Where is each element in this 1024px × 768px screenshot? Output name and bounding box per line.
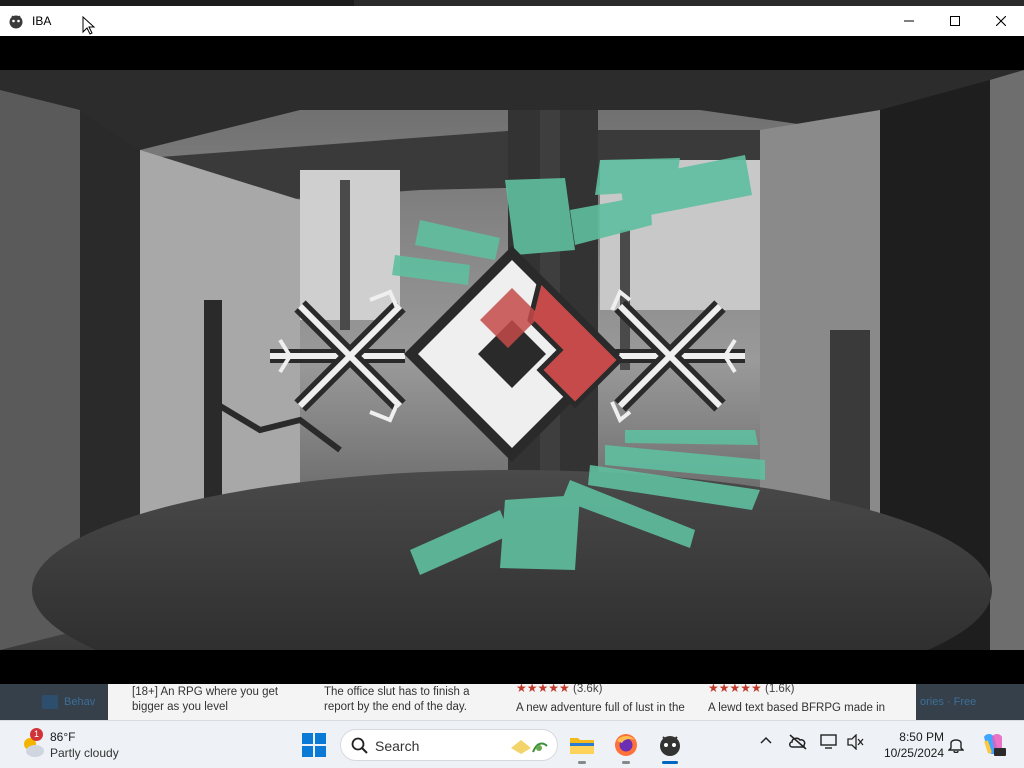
close-button[interactable] [978, 6, 1024, 36]
weather-widget[interactable]: 1 86°F Partly cloudy [18, 728, 138, 762]
card-description: A new adventure full of lust in the [516, 702, 685, 714]
iba-app-icon [660, 736, 680, 756]
onedrive-offline-icon[interactable] [788, 733, 808, 751]
firefox-icon [615, 734, 637, 756]
window-titlebar[interactable]: IBA [0, 6, 1024, 36]
notification-bell-icon[interactable] [948, 735, 964, 753]
window-title: IBA [32, 14, 52, 28]
minimize-button[interactable] [886, 6, 932, 36]
webpage-icon [42, 695, 58, 709]
background-webpage: Behav [18+] An RPG where you get bigger … [0, 684, 1024, 720]
start-button[interactable] [302, 733, 326, 762]
running-indicator [578, 761, 586, 764]
card-description: report by the end of the day. [324, 701, 467, 713]
taskbar-search[interactable]: Search [340, 729, 558, 761]
minimize-icon [904, 20, 914, 22]
taskbar: 1 86°F Partly cloudy Search 8:50 PM 10/2… [0, 720, 1024, 768]
weather-temp: 86°F [50, 730, 76, 744]
close-icon [996, 16, 1006, 26]
card-description: A lewd text based BFRPG made in [708, 702, 886, 714]
webpage-right-link[interactable]: ories · Free [920, 696, 976, 708]
game-scene [0, 70, 1024, 650]
game-card[interactable]: ★★★★★ (3.6k) A new adventure full of lus… [516, 684, 712, 716]
card-description: The office slut has to finish a [324, 686, 470, 698]
running-indicator [622, 761, 630, 764]
game-frame[interactable] [0, 36, 1024, 684]
file-explorer-icon [570, 738, 594, 754]
windows-start-icon [302, 733, 326, 757]
mouse-cursor-icon [82, 16, 96, 35]
search-highlight-icon [511, 740, 548, 754]
rating-count: (1.6k) [765, 684, 795, 695]
iba-app-button[interactable] [654, 729, 686, 764]
card-description: bigger as you level [132, 701, 228, 713]
search-icon [351, 737, 368, 754]
clock-date: 10/25/2024 [883, 746, 944, 760]
volume-muted-icon[interactable] [846, 734, 864, 750]
game-card[interactable]: [18+] An RPG where you get bigger as you… [132, 685, 320, 715]
firefox-button[interactable] [610, 729, 642, 764]
clock-time: 8:50 PM [899, 730, 944, 744]
game-viewport[interactable] [0, 70, 1024, 650]
app-icon [9, 15, 23, 29]
maximize-button[interactable] [932, 6, 978, 36]
star-rating: ★★★★★ [708, 684, 762, 695]
maximize-icon [950, 16, 960, 26]
search-label: Search [375, 738, 420, 754]
taskbar-clock[interactable]: 8:50 PM 10/25/2024 [876, 729, 944, 761]
notification-badge: 1 [30, 728, 43, 741]
active-indicator [662, 761, 678, 764]
rating-count: (3.6k) [573, 684, 603, 695]
star-rating: ★★★★★ [516, 684, 570, 695]
chevron-up-icon[interactable] [760, 735, 772, 747]
file-explorer-button[interactable] [566, 729, 598, 764]
webpage-left-link[interactable]: Behav [64, 696, 95, 708]
copilot-icon[interactable] [980, 731, 1006, 757]
game-cards: [18+] An RPG where you get bigger as you… [108, 684, 916, 720]
game-card[interactable]: ★★★★★ (1.6k) A lewd text based BFRPG mad… [708, 684, 904, 716]
display-icon[interactable] [820, 734, 838, 750]
card-description: [18+] An RPG where you get [132, 686, 279, 698]
weather-condition: Partly cloudy [50, 746, 119, 760]
game-card[interactable]: The office slut has to finish a report b… [324, 685, 512, 715]
